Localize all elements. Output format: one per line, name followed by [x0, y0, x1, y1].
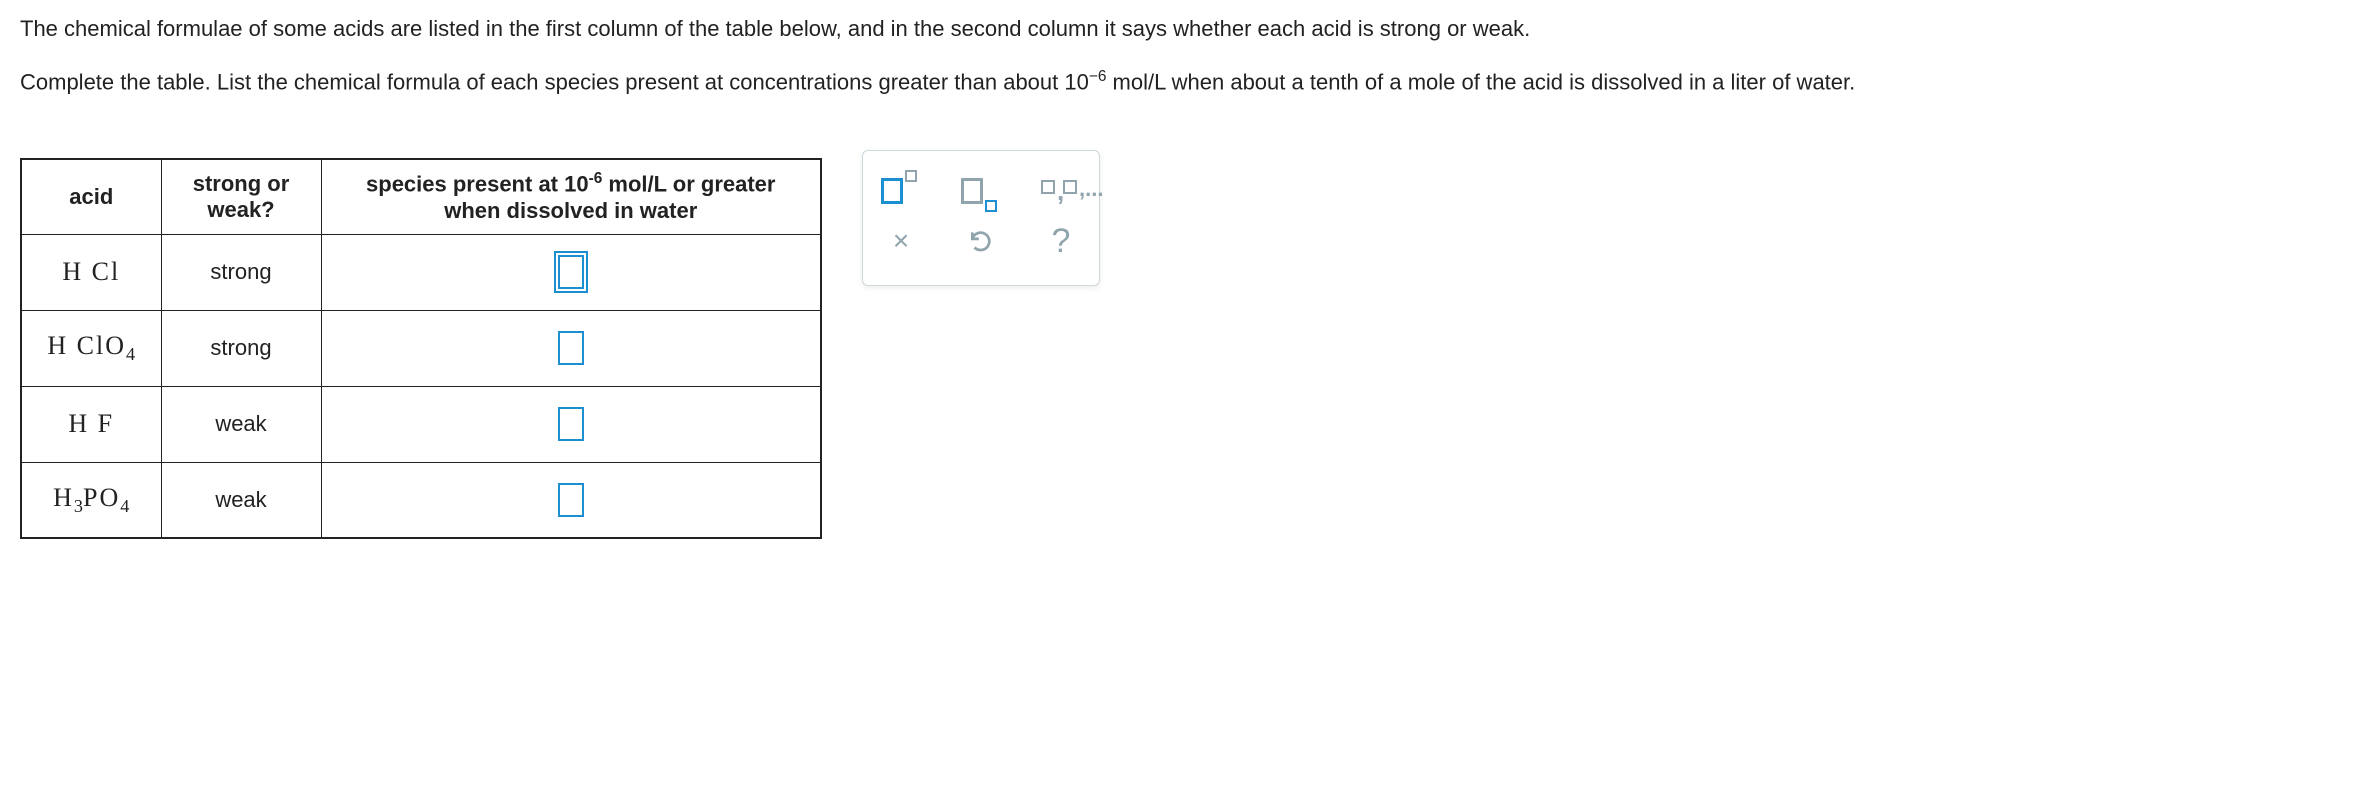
acid-formula: H Cl	[62, 257, 120, 286]
strength-cell: weak	[161, 462, 321, 538]
subscript-icon	[961, 176, 1001, 206]
strength-cell: strong	[161, 234, 321, 310]
subscript-button[interactable]	[961, 171, 1001, 211]
list-button[interactable]: ,,...	[1041, 171, 1081, 211]
superscript-button[interactable]	[881, 171, 921, 211]
species-cell[interactable]	[321, 386, 821, 462]
acid-table-body: H Cl strong H ClO4 strong H F weak H3PO4 weak	[21, 234, 821, 538]
list-icon-label: ,...	[1079, 176, 1103, 202]
species-input[interactable]	[558, 331, 584, 365]
species-input[interactable]	[558, 407, 584, 441]
header-species-mid: mol/L or greater	[602, 172, 775, 197]
header-species-exp: -6	[589, 170, 603, 187]
acid-cell: H Cl	[21, 234, 161, 310]
prompt-2-pre: Complete the table. List the chemical fo…	[20, 69, 1089, 94]
reset-icon	[968, 228, 994, 254]
clear-button[interactable]: ×	[881, 221, 921, 261]
strength-cell: strong	[161, 310, 321, 386]
acid-formula: H ClO4	[47, 331, 135, 360]
table-row: H ClO4 strong	[21, 310, 821, 386]
acid-table: acid strong or weak? species present at …	[20, 158, 822, 539]
prompt-line-2: Complete the table. List the chemical fo…	[20, 65, 2340, 98]
acid-cell: H3PO4	[21, 462, 161, 538]
table-row: H F weak	[21, 386, 821, 462]
header-species-pre: species present at 10	[366, 172, 589, 197]
acid-cell: H ClO4	[21, 310, 161, 386]
help-button[interactable]: ?	[1041, 221, 1081, 261]
header-species-sub: when dissolved in water	[444, 198, 697, 223]
prompt-line-1: The chemical formulae of some acids are …	[20, 12, 2340, 45]
species-cell[interactable]	[321, 234, 821, 310]
table-row: H Cl strong	[21, 234, 821, 310]
species-input[interactable]	[558, 483, 584, 517]
acid-formula: H F	[68, 409, 114, 438]
superscript-icon	[881, 176, 921, 206]
species-input[interactable]	[558, 255, 584, 289]
table-row: H3PO4 weak	[21, 462, 821, 538]
strength-cell: weak	[161, 386, 321, 462]
header-acid: acid	[21, 159, 161, 234]
species-cell[interactable]	[321, 310, 821, 386]
acid-formula: H3PO4	[53, 483, 129, 512]
list-icon: ,,...	[1041, 176, 1081, 206]
header-strong-weak: strong or weak?	[161, 159, 321, 234]
acid-cell: H F	[21, 386, 161, 462]
species-cell[interactable]	[321, 462, 821, 538]
prompt-2-post: mol/L when about a tenth of a mole of th…	[1106, 69, 1855, 94]
reset-button[interactable]	[961, 221, 1001, 261]
prompt-2-exp: −6	[1089, 68, 1107, 85]
equation-toolbox: ,,... × ?	[862, 150, 1100, 286]
header-species: species present at 10-6 mol/L or greater…	[321, 159, 821, 234]
